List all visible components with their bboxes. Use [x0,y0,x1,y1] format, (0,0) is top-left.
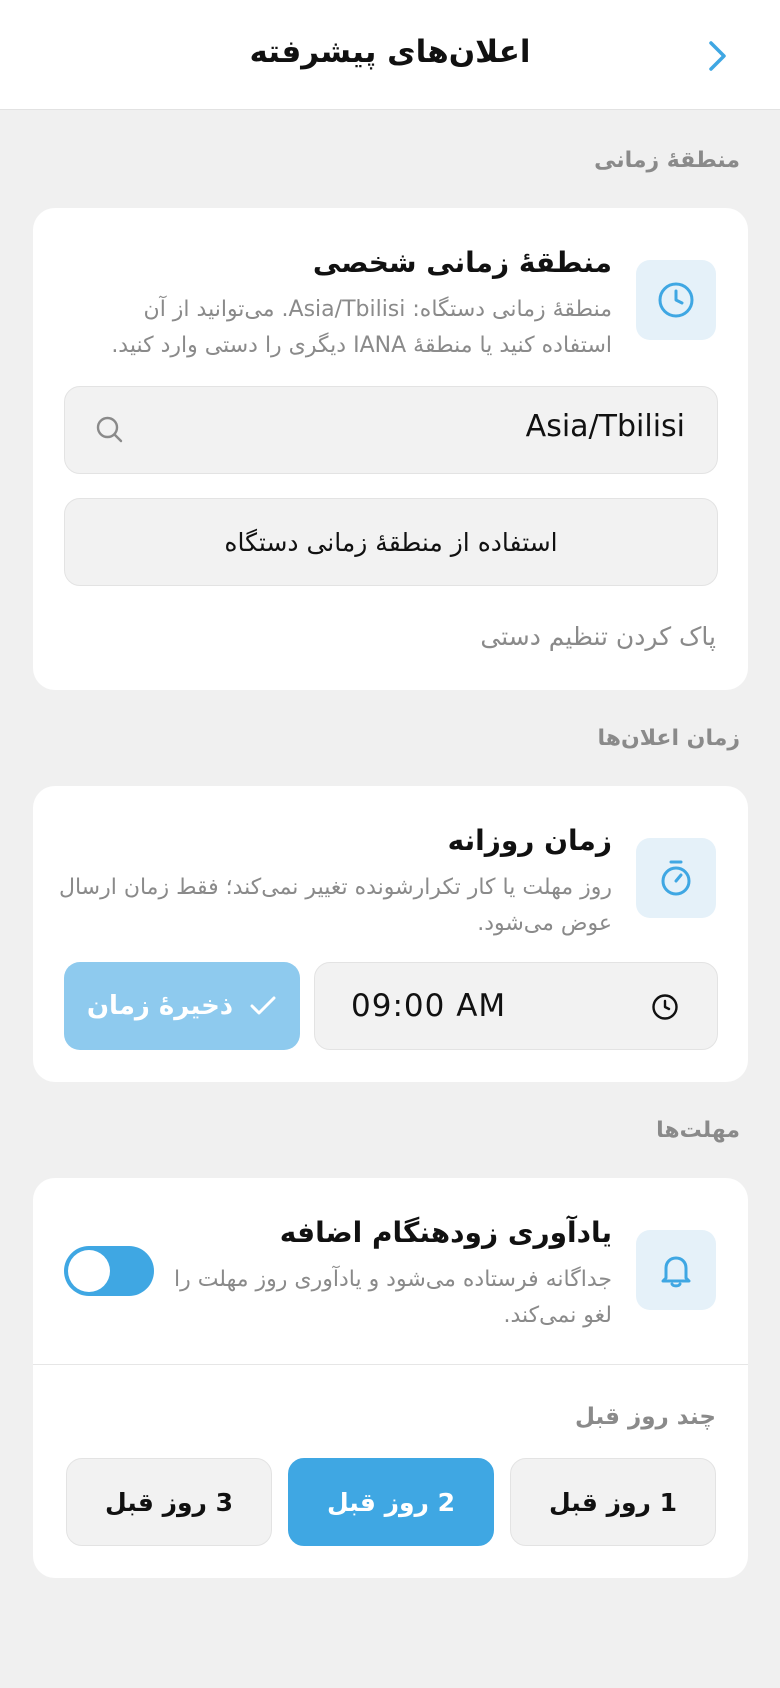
time-picker-field[interactable]: 09:00 AM [314,962,718,1050]
clock-small-icon [652,994,678,1020]
check-icon [250,996,276,1015]
timezone-icon-tile [636,260,716,340]
timezone-input[interactable] [165,409,685,444]
back-button[interactable] [700,36,736,76]
daily-time-title: زمان روزانه [447,824,612,857]
early-reminder-description-line1: جداگانه فرستاده می‌شود و یادآوری روز مهل… [173,1267,612,1292]
daily-time-description-line1: روز مهلت یا کار تکرارشونده تغییر نمی‌کند… [58,875,612,900]
option-1-day-before[interactable]: 1 روز قبل [510,1458,716,1546]
stopwatch-icon [661,860,691,896]
section-label-deadlines: مهلت‌ها [656,1118,740,1143]
early-reminder-description-line2: لغو نمی‌کند. [503,1303,612,1328]
option-2-days-before[interactable]: 2 روز قبل [288,1458,494,1546]
option-3-days-before[interactable]: 3 روز قبل [66,1458,272,1546]
daily-time-card: زمان روزانه روز مهلت یا کار تکرارشونده ت… [33,786,748,1082]
section-label-notification-time: زمان اعلان‌ها [597,726,740,751]
daily-time-icon-tile [636,838,716,918]
daily-time-description-line2: عوض می‌شود. [477,911,612,936]
toggle-knob [68,1250,110,1292]
days-before-label: چند روز قبل [574,1404,716,1430]
search-icon [96,416,123,443]
early-reminder-toggle[interactable] [64,1246,154,1296]
bell-icon [661,1256,691,1288]
early-reminder-title: یادآوری زودهنگام اضافه [279,1216,612,1249]
save-time-button[interactable]: ذخیرهٔ زمان [64,962,300,1050]
page-title: اعلان‌های پیشرفته [249,34,531,70]
section-label-timezone: منطقهٔ زمانی [594,148,740,173]
clock-icon [658,282,694,318]
clear-manual-setting-link[interactable]: پاک کردن تنظیم دستی [480,622,716,651]
timezone-title: منطقهٔ زمانی شخصی [312,246,612,279]
chevron-right-icon [709,41,726,71]
timezone-description-line1: منطقهٔ زمانی دستگاه: Asia/Tbilisi. می‌تو… [143,297,612,322]
time-value: 09:00 AM [351,988,507,1024]
timezone-card: منطقهٔ زمانی شخصی منطقهٔ زمانی دستگاه: A… [33,208,748,690]
deadlines-card: یادآوری زودهنگام اضافه جداگانه فرستاده م… [33,1178,748,1578]
use-device-timezone-button[interactable]: استفاده از منطقهٔ زمانی دستگاه [64,498,718,586]
divider [33,1364,748,1365]
reminder-icon-tile [636,1230,716,1310]
timezone-input-box[interactable] [64,386,718,474]
timezone-description-line2: استفاده کنید یا منطقهٔ IANA دیگری را دست… [111,333,612,358]
app-header: اعلان‌های پیشرفته [0,0,780,110]
save-time-label: ذخیرهٔ زمان [86,991,234,1021]
